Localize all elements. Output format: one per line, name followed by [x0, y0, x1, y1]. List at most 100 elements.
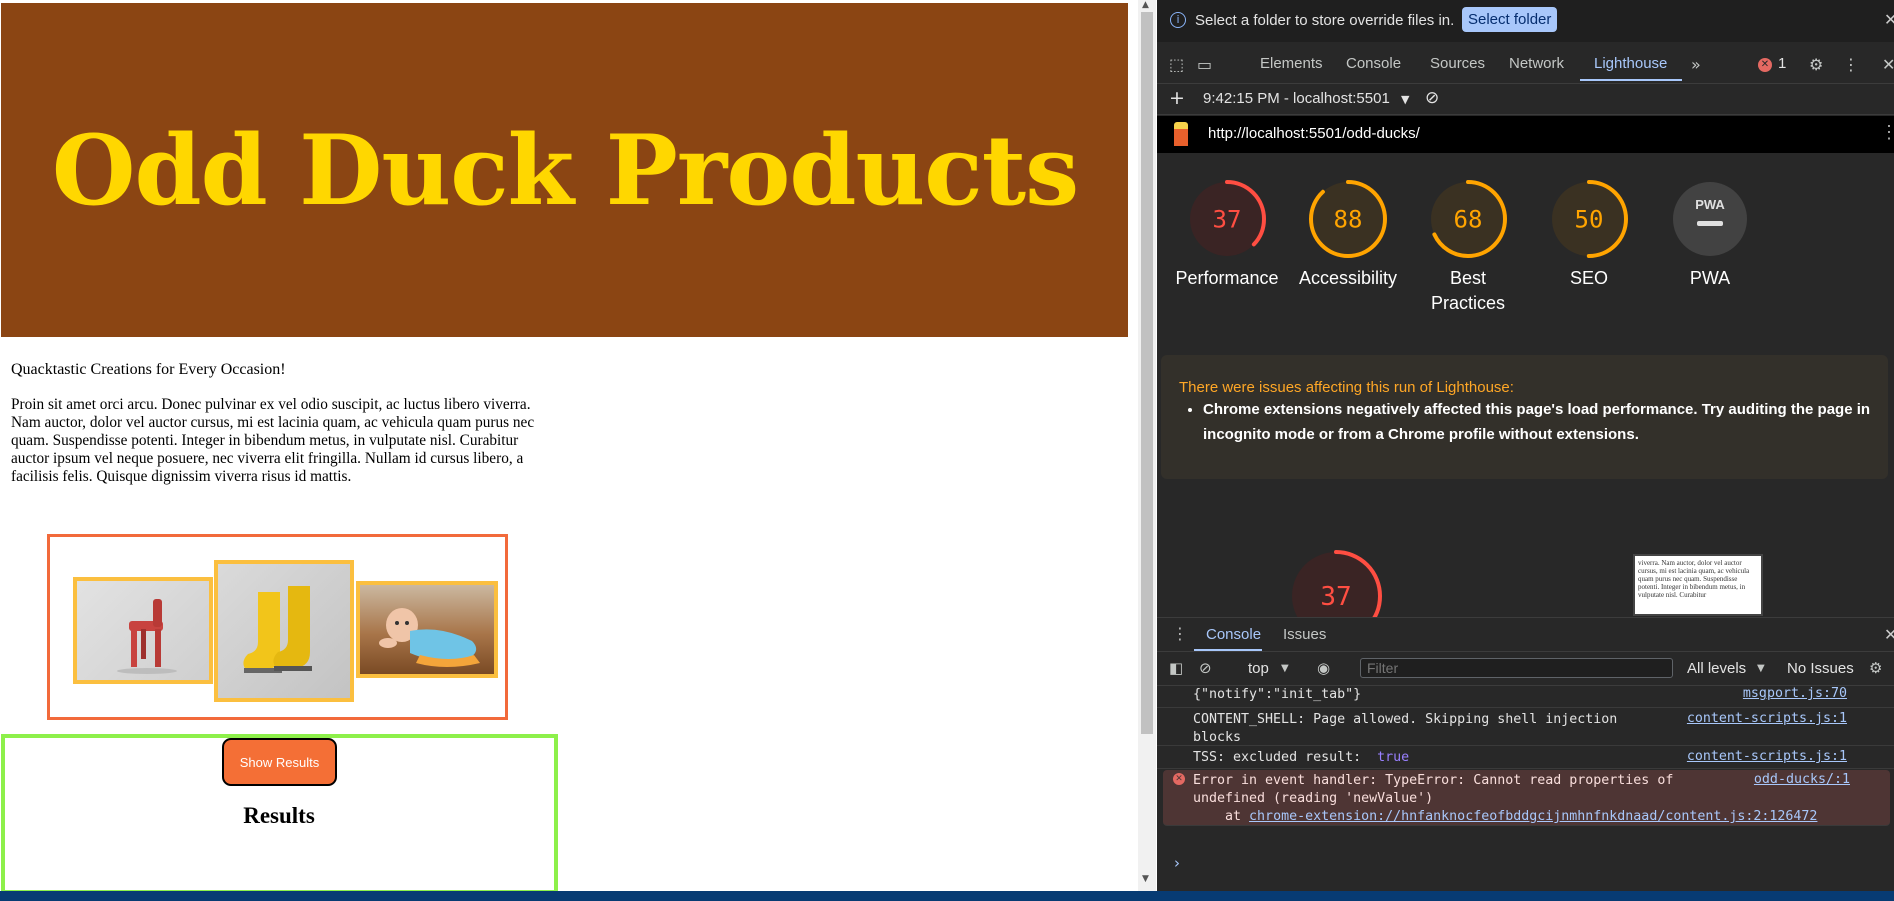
live-expression-eye-icon[interactable]: ◉	[1317, 659, 1330, 677]
log-text: CONTENT_SHELL: Page allowed. Skipping sh…	[1193, 712, 1618, 745]
score-value: 37	[1320, 582, 1351, 612]
report-url-bar: http://localhost:5501/odd-ducks/ ⋮	[1157, 116, 1894, 153]
drawer-tab-issues[interactable]: Issues	[1283, 626, 1326, 643]
log-text: TSS: excluded result:	[1193, 750, 1378, 765]
page-screenshot-thumbnail: viverra. Nam auctor, dolor vel auctor cu…	[1633, 554, 1763, 616]
score-gauge-svg: 88	[1309, 180, 1387, 258]
voting-area	[47, 534, 508, 720]
score-gauge-svg: 37	[1188, 180, 1266, 258]
log-source-link[interactable]: content-scripts.js:1	[1687, 749, 1847, 764]
lighthouse-icon	[1174, 122, 1188, 146]
page-scrollbar[interactable]: ▲ ▼	[1138, 0, 1156, 891]
results-heading: Results	[243, 803, 315, 828]
tab-lighthouse[interactable]: Lighthouse	[1594, 55, 1667, 72]
score-gauge-seo[interactable]: 50 SEO	[1523, 178, 1655, 291]
log-levels-dropdown[interactable]: All levels	[1687, 660, 1746, 677]
active-tab-indicator	[1580, 79, 1682, 81]
chevron-down-icon[interactable]: ▼	[1401, 93, 1409, 106]
scroll-down-icon[interactable]: ▼	[1142, 874, 1149, 884]
score-label: Best Practices	[1430, 268, 1506, 313]
lighthouse-warning: There were issues affecting this run of …	[1161, 355, 1888, 479]
score-gauge-svg: 50	[1550, 180, 1628, 258]
new-report-icon[interactable]: +	[1169, 87, 1185, 109]
lighthouse-reportbar: + 9:42:15 PM - localhost:5501 ▼ ⊘	[1157, 84, 1894, 115]
select-folder-button[interactable]: Select folder	[1462, 7, 1558, 32]
product-image-boots[interactable]	[214, 560, 354, 702]
score-label: PWA	[1689, 268, 1731, 288]
score-gauges: 37 Performance 88 Accessibility 68 Best Practi…	[1157, 170, 1894, 340]
score-value: 68	[1454, 205, 1483, 233]
chevron-down-icon[interactable]: ▼	[1757, 663, 1765, 674]
log-source-link[interactable]: content-scripts.js:1	[1687, 711, 1847, 726]
score-value: 88	[1334, 205, 1363, 233]
pwa-badge-label: PWA	[1695, 197, 1725, 212]
score-value: 50	[1575, 205, 1604, 233]
tab-network[interactable]: Network	[1509, 55, 1564, 72]
inspect-element-icon[interactable]: ⬚	[1169, 55, 1184, 74]
sidebar-toggle-icon[interactable]: ◧	[1169, 659, 1183, 677]
drawer-tab-console[interactable]: Console	[1206, 626, 1261, 643]
product-image-baby[interactable]	[356, 581, 498, 678]
intro-paragraph: Proin sit amet orci arcu. Donec pulvinar…	[11, 396, 535, 485]
score-gauge-best[interactable]: 68 Best Practices	[1402, 178, 1534, 316]
site-title: Odd Duck Products	[51, 113, 1079, 227]
score-gauge-performance[interactable]: 37 Performance	[1161, 178, 1293, 291]
settings-gear-icon[interactable]: ⚙	[1809, 55, 1823, 74]
device-toolbar-icon[interactable]: ▭	[1197, 55, 1212, 74]
score-gauge-accessibility[interactable]: 88 Accessibility	[1282, 178, 1414, 291]
close-drawer-icon[interactable]: ✕	[1884, 625, 1894, 645]
score-gauge-pwa[interactable]: PWA PWA	[1644, 178, 1776, 291]
score-value: 37	[1213, 205, 1242, 233]
infobar-message: Select a folder to store override files …	[1195, 12, 1455, 29]
score-label: Performance	[1175, 268, 1279, 288]
drawer-tabbar: ⋮ Console Issues ✕	[1157, 618, 1894, 652]
warning-title: There were issues affecting this run of …	[1179, 379, 1514, 396]
log-source-link[interactable]: odd-ducks/:1	[1754, 772, 1850, 787]
tagline: Quacktastic Creations for Every Occasion…	[11, 361, 286, 378]
report-url[interactable]: http://localhost:5501/odd-ducks/	[1208, 125, 1420, 142]
devtools-panel: i Select a folder to store override file…	[1157, 0, 1894, 891]
report-menu-icon[interactable]: ⋮	[1880, 122, 1894, 143]
warning-item: Chrome extensions negatively affected th…	[1203, 397, 1883, 447]
chevron-down-icon[interactable]: ▼	[1281, 663, 1289, 674]
console-settings-gear-icon[interactable]: ⚙	[1869, 659, 1882, 677]
close-devtools-icon[interactable]: ✕	[1882, 55, 1894, 74]
error-icon: ✕	[1173, 773, 1185, 785]
scroll-up-icon[interactable]: ▲	[1142, 0, 1149, 10]
error-icon[interactable]: ✕	[1758, 58, 1772, 72]
close-infobar-icon[interactable]: ✕	[1884, 10, 1894, 30]
tab-elements[interactable]: Elements	[1260, 55, 1323, 72]
more-tabs-icon[interactable]: »	[1691, 55, 1701, 74]
tab-console[interactable]: Console	[1346, 55, 1401, 72]
tab-sources[interactable]: Sources	[1430, 55, 1485, 72]
score-gauge-svg: PWA	[1673, 182, 1747, 256]
more-options-icon[interactable]: ⋮	[1843, 55, 1859, 74]
info-icon: i	[1170, 12, 1186, 28]
log-value: true	[1377, 750, 1410, 765]
page-viewport: Odd Duck Products Quacktastic Creations …	[0, 0, 1128, 891]
clear-console-icon[interactable]: ⊘	[1199, 659, 1212, 677]
score-gauge-svg: 68	[1429, 180, 1507, 258]
issues-indicator[interactable]: No Issues	[1787, 660, 1854, 677]
console-log-row: {"notify":"init_tab"} msgport.js:70	[1157, 686, 1894, 708]
scrollbar-thumb[interactable]	[1141, 12, 1153, 734]
product-image-chair[interactable]	[73, 577, 213, 684]
console-prompt-icon[interactable]: ›	[1174, 854, 1180, 872]
site-header: Odd Duck Products	[1, 3, 1128, 337]
console-log-row: TSS: excluded result: true content-scrip…	[1157, 747, 1894, 769]
log-source-link[interactable]: msgport.js:70	[1743, 686, 1847, 701]
score-label: Accessibility	[1298, 268, 1398, 288]
clear-icon[interactable]: ⊘	[1425, 88, 1439, 108]
error-stack-link[interactable]: chrome-extension://hnfanknocfeofbddgcijn…	[1249, 809, 1817, 824]
drawer-menu-icon[interactable]: ⋮	[1172, 624, 1188, 643]
error-count[interactable]: 1	[1778, 55, 1786, 72]
console-filter-input[interactable]	[1360, 658, 1673, 678]
show-results-button[interactable]: Show Results	[222, 738, 337, 786]
console-error-row: ✕ Error in event handler: TypeError: Can…	[1163, 770, 1890, 826]
context-selector[interactable]: top	[1248, 660, 1269, 677]
report-selector[interactable]: 9:42:15 PM - localhost:5501	[1203, 90, 1390, 107]
console-toolbar: ◧ ⊘ top ▼ ◉ All levels ▼ No Issues ⚙	[1157, 651, 1894, 686]
console-log-row: CONTENT_SHELL: Page allowed. Skipping sh…	[1157, 709, 1894, 746]
os-taskbar	[0, 891, 1894, 901]
console-drawer: ⋮ Console Issues ✕ ◧ ⊘ top ▼ ◉ All level…	[1157, 617, 1894, 891]
